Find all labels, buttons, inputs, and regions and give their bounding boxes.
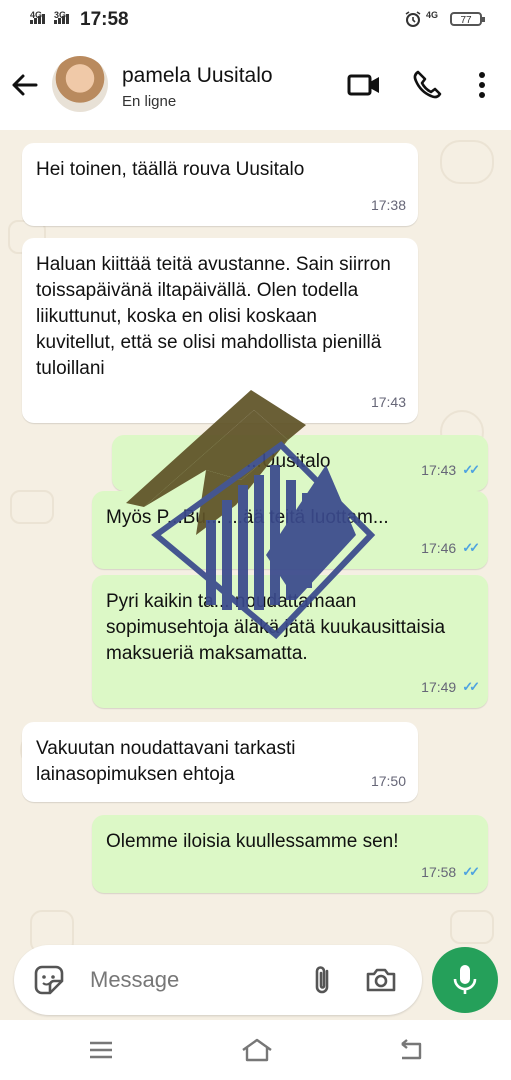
- paperclip-icon[interactable]: [306, 963, 340, 997]
- wallpaper-doodle: [10, 490, 54, 524]
- signal-icon: [30, 12, 45, 24]
- system-nav-bar: [0, 1020, 511, 1080]
- message-time: 17:49: [421, 679, 457, 695]
- message-time: 17:58: [421, 864, 457, 880]
- message-time: 17:43: [421, 462, 457, 478]
- message-incoming[interactable]: Vakuutan noudattavani tarkasti lainasopi…: [22, 722, 418, 802]
- phone-icon[interactable]: [410, 68, 446, 102]
- recents-menu-icon[interactable]: [86, 1036, 116, 1064]
- message-meta: 17:43 ✓✓: [421, 457, 480, 483]
- message-text: Vakuutan noudattavani tarkasti lainasopi…: [36, 738, 296, 785]
- message-meta: 17:46 ✓✓: [421, 535, 480, 561]
- network-indicator-right: 4G: [426, 10, 439, 20]
- message-meta: 17:58 ✓✓: [421, 859, 480, 885]
- arrow-left-icon[interactable]: [8, 68, 42, 102]
- status-bar: 4G 3G 17:58 4G 77: [0, 0, 511, 40]
- read-ticks-icon: ✓✓: [462, 462, 480, 477]
- wallpaper-doodle: [450, 910, 494, 944]
- message-meta: 17:43: [371, 389, 406, 415]
- more-vertical-icon[interactable]: [476, 68, 488, 102]
- back-nav-icon[interactable]: [396, 1036, 426, 1064]
- battery-level: 77: [460, 15, 472, 26]
- read-ticks-icon: ✓✓: [462, 540, 480, 555]
- message-meta: 17:38: [371, 192, 406, 218]
- battery-icon: 77: [450, 12, 485, 26]
- sticker-icon[interactable]: [32, 963, 66, 997]
- message-incoming[interactable]: Hei toinen, täällä rouva Uusitalo 17:38: [22, 143, 418, 226]
- message-time: 17:50: [370, 773, 406, 789]
- message-text: Olemme iloisia kuullessamme sen!: [106, 831, 399, 852]
- message-time: 17:38: [370, 197, 406, 213]
- message-time: 17:46: [421, 540, 457, 556]
- message-meta: 17:49 ✓✓: [421, 674, 480, 700]
- video-camera-icon[interactable]: [346, 68, 382, 102]
- signal-icon-2: [54, 12, 69, 24]
- message-time: 17:43: [370, 394, 406, 410]
- read-ticks-icon: ✓✓: [462, 864, 480, 879]
- camera-icon[interactable]: [364, 963, 398, 997]
- message-meta: 17:50: [371, 768, 406, 794]
- contact-name[interactable]: pamela Uusitalo: [122, 64, 273, 88]
- message-outgoing[interactable]: Olemme iloisia kuullessamme sen! 17:58 ✓✓: [92, 815, 488, 893]
- message-text: Haluan kiittää teitä avustanne. Sain sii…: [36, 254, 391, 379]
- alarm-icon: [405, 11, 421, 27]
- avatar[interactable]: [52, 56, 108, 112]
- message-text: Hei toinen, täällä rouva Uusitalo: [36, 159, 305, 180]
- contact-status: En ligne: [122, 93, 177, 110]
- microphone-icon: [453, 965, 477, 994]
- message-composer: Message: [14, 945, 422, 1015]
- message-input[interactable]: Message: [90, 967, 179, 993]
- chat-header: pamela Uusitalo En ligne: [0, 40, 511, 130]
- home-icon[interactable]: [240, 1036, 274, 1064]
- status-time: 17:58: [80, 9, 129, 30]
- read-ticks-icon: ✓✓: [462, 679, 480, 694]
- watermark-logo: [126, 390, 376, 640]
- wallpaper-doodle: [440, 140, 494, 184]
- send-voice-button[interactable]: [432, 947, 498, 1013]
